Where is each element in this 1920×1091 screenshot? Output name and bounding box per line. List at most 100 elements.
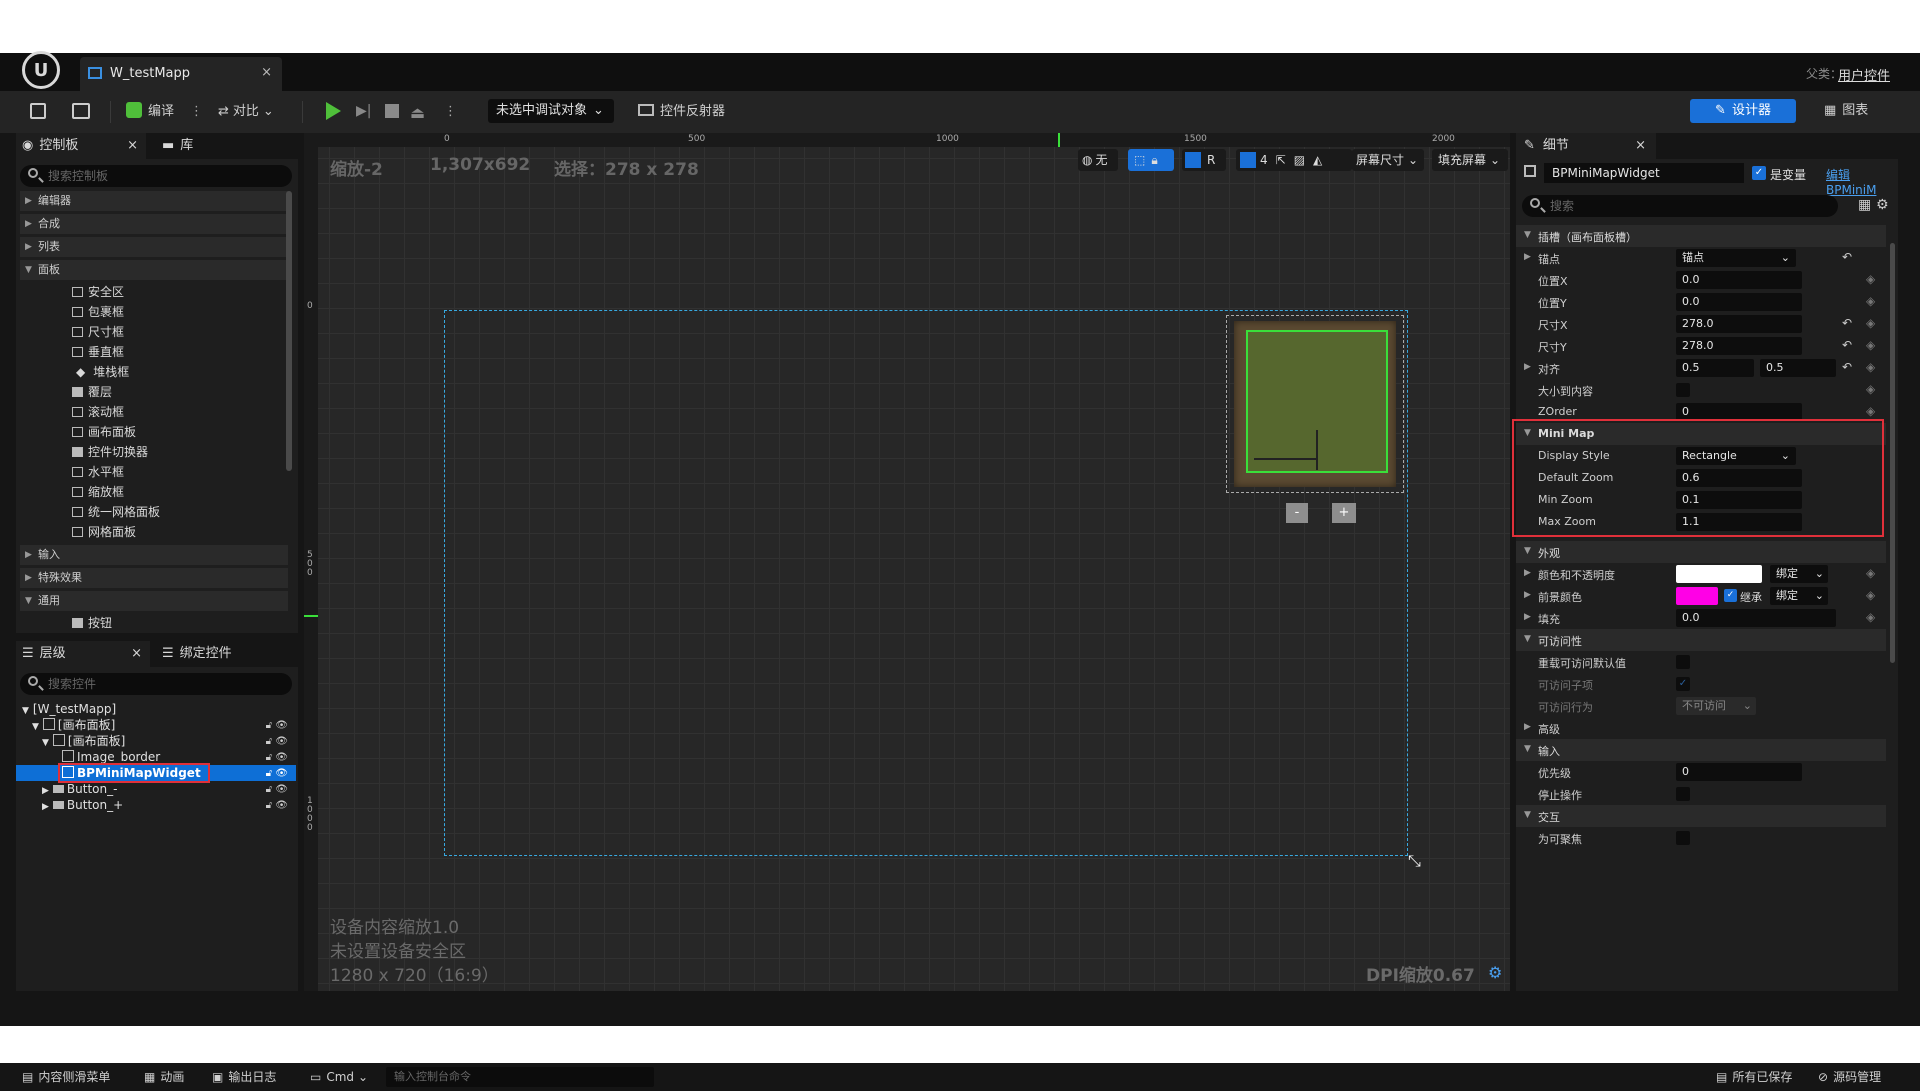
palette-item-stack-box[interactable]: ◆ 堆栈框 <box>72 362 129 382</box>
palette-item-wrap-box[interactable]: 包裹框 <box>72 302 124 322</box>
lock-visibility-icons[interactable]: 🔓︎ 👁︎ <box>266 798 288 814</box>
reset-icon[interactable]: ↶ <box>1842 250 1852 264</box>
lock-toggle-button[interactable]: ⬚ 🔒︎ <box>1128 149 1174 171</box>
palette-item-size-box[interactable]: 尺寸框 <box>72 322 124 342</box>
category-input[interactable]: ▶ 输入 <box>20 545 288 565</box>
color-bind-dropdown[interactable]: 绑定 ⌄ <box>1770 565 1828 583</box>
palette-item-vertical-box[interactable]: 垂直框 <box>72 342 124 362</box>
close-icon[interactable]: × <box>131 641 142 667</box>
graph-mode-button[interactable]: ▦ 图表 <box>1824 99 1868 123</box>
tab-hierarchy[interactable]: ☰ 层级 × <box>16 641 150 667</box>
category-list[interactable]: ▶ 列表 <box>20 237 288 257</box>
anchor-dropdown[interactable]: 锚点 ⌄ <box>1676 249 1796 267</box>
pos-x-field[interactable] <box>1676 271 1802 289</box>
stop-icon[interactable] <box>385 104 399 118</box>
close-icon[interactable]: × <box>261 65 272 80</box>
bind-icon[interactable]: ◈ <box>1866 588 1875 602</box>
palette-item-scale-box[interactable]: 缩放框 <box>72 482 124 502</box>
palette-item-grid-panel[interactable]: 网格面板 <box>72 522 136 542</box>
bind-icon[interactable]: ◈ <box>1866 272 1875 286</box>
save-icon[interactable] <box>30 103 46 119</box>
row-advanced[interactable]: ▶ 高级 <box>1516 717 1886 739</box>
bind-icon[interactable]: ◈ <box>1866 294 1875 308</box>
foreground-color-swatch[interactable] <box>1676 587 1718 605</box>
size-to-content-checkbox[interactable] <box>1676 383 1690 397</box>
bind-icon[interactable]: ◈ <box>1866 610 1875 624</box>
tab-palette[interactable]: ◉ 控制板 × <box>16 133 146 159</box>
widget-reflector-button[interactable]: 控件反射器 <box>638 99 725 125</box>
bind-icon[interactable]: ◈ <box>1866 338 1875 352</box>
chevron-right-icon[interactable]: ▶ <box>1524 590 1531 600</box>
foreground-bind-dropdown[interactable]: 绑定 ⌄ <box>1770 587 1828 605</box>
inherit-checkbox[interactable]: ✓ <box>1724 589 1737 602</box>
chevron-right-icon[interactable]: ▶ <box>1524 612 1531 622</box>
document-tab[interactable]: W_testMapp × <box>80 57 282 91</box>
palette-item-canvas-panel[interactable]: 画布面板 <box>72 422 136 442</box>
align-x-field[interactable] <box>1676 359 1754 377</box>
zoom-in-button[interactable]: + <box>1332 503 1356 523</box>
tree-row-inner-canvas-panel[interactable]: ▼ [画布面板] 🔓︎ 👁︎ <box>16 733 296 749</box>
close-icon[interactable]: × <box>127 133 138 159</box>
section-interaction[interactable]: ▼ 交互 <box>1516 805 1886 827</box>
debug-object-dropdown[interactable]: 未选中调试对象 ⌄ <box>488 99 614 123</box>
palette-item-widget-switcher[interactable]: 控件切换器 <box>72 442 148 462</box>
category-editor[interactable]: ▶ 编辑器 <box>20 191 288 211</box>
lock-visibility-icons[interactable]: 🔓︎ 👁︎ <box>266 718 288 734</box>
override-accessible-checkbox[interactable] <box>1676 655 1690 669</box>
section-accessibility[interactable]: ▼ 可访问性 <box>1516 629 1886 651</box>
diff-button[interactable]: ⇄ 对比 ⌄ <box>218 99 274 125</box>
tab-bind-widgets[interactable]: ☰ 绑定控件 <box>162 641 292 667</box>
priority-field[interactable] <box>1676 763 1802 781</box>
palette-item-horizontal-box[interactable]: 水平框 <box>72 462 124 482</box>
palette-item-safe-zone[interactable]: 安全区 <box>72 282 124 302</box>
tree-row-root[interactable]: ▼ [W_testMapp] <box>16 701 296 717</box>
focusable-checkbox[interactable] <box>1676 831 1690 845</box>
tree-row-canvas-panel[interactable]: ▼ [画布面板] 🔓︎ 👁︎ <box>16 717 296 733</box>
size-y-field[interactable] <box>1676 337 1802 355</box>
output-log-button[interactable]: ▣ 输出日志 <box>212 1069 276 1085</box>
lock-visibility-icons[interactable]: 🔓︎ 👁︎ <box>266 750 288 766</box>
settings-icon[interactable]: ⚙ <box>1876 197 1889 213</box>
chevron-right-icon[interactable]: ▶ <box>1524 568 1531 578</box>
localization-preview-button[interactable]: ◍ 无 <box>1078 149 1118 171</box>
section-slot[interactable]: ▼ 插槽（画布面板槽） <box>1516 225 1886 247</box>
browse-icon[interactable] <box>72 103 90 119</box>
widget-name-field[interactable]: BPMiniMapWidget <box>1544 163 1744 183</box>
palette-item-scroll-box[interactable]: 滚动框 <box>72 402 124 422</box>
tree-row-button-minus[interactable]: ▶ Button_- 🔓︎ 👁︎ <box>16 781 296 797</box>
all-saved-button[interactable]: ▤ 所有已保存 <box>1716 1069 1792 1085</box>
lock-visibility-icons[interactable]: 🔓︎ 👁︎ <box>266 766 288 782</box>
category-panel[interactable]: ▼ 面板 <box>20 260 288 280</box>
play-icon[interactable] <box>326 102 341 120</box>
parent-class-link[interactable]: 用户控件 <box>1838 65 1890 84</box>
animation-button[interactable]: ▦ 动画 <box>144 1069 184 1085</box>
stop-action-checkbox[interactable] <box>1676 787 1690 801</box>
is-variable-checkbox[interactable]: ✓ <box>1752 166 1766 180</box>
section-appearance[interactable]: ▼ 外观 <box>1516 541 1886 563</box>
play-options-icon[interactable]: ⋮ <box>444 99 457 125</box>
tab-details[interactable]: ✎ 细节 × <box>1516 133 1656 159</box>
source-control-button[interactable]: ⊘ 源码管理 <box>1818 1069 1881 1085</box>
lock-visibility-icons[interactable]: 🔓︎ 👁︎ <box>266 782 288 798</box>
lock-visibility-icons[interactable]: 🔓︎ 👁︎ <box>266 734 288 750</box>
unreal-logo-icon[interactable]: U <box>22 51 60 89</box>
designer-mode-button[interactable]: ✎ 设计器 <box>1690 99 1796 123</box>
compile-button[interactable]: 编译 <box>126 99 174 125</box>
pos-y-field[interactable] <box>1676 293 1802 311</box>
palette-scrollbar[interactable] <box>286 191 292 471</box>
gear-icon[interactable]: ⚙ <box>1488 963 1502 982</box>
category-composite[interactable]: ▶ 合成 <box>20 214 288 234</box>
minimap-widget-preview[interactable] <box>1246 330 1388 473</box>
reset-icon[interactable]: ↶ <box>1842 316 1852 330</box>
table-view-icon[interactable]: ▦ <box>1858 197 1871 213</box>
console-command-input[interactable]: 输入控制台命令 <box>386 1067 654 1087</box>
bind-icon[interactable]: ◈ <box>1866 382 1875 396</box>
bind-icon[interactable]: ◈ <box>1866 566 1875 580</box>
tab-library[interactable]: ▬ 库 <box>162 133 282 159</box>
details-search-input[interactable]: 搜索 <box>1522 195 1838 217</box>
fill-screen-dropdown[interactable]: 填充屏幕 ⌄ <box>1432 149 1508 171</box>
grid-snap-controls[interactable]: 4 ⇱ ▨ ◭ <box>1236 149 1352 171</box>
zoom-out-button[interactable]: - <box>1286 503 1308 523</box>
step-icon[interactable]: ▶| <box>356 103 371 119</box>
palette-item-button[interactable]: 按钮 <box>72 613 112 633</box>
